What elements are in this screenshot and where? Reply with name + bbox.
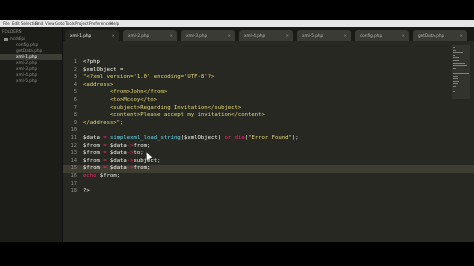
editor-window: File Edit Selection Find View Goto Tools Projec… (0, 20, 474, 242)
sidebar-file-item[interactable]: xml-5.php (16, 78, 37, 84)
tab-close-icon[interactable]: × (111, 30, 115, 41)
tab-label: xml-1.php (70, 33, 92, 38)
menu-file[interactable]: File (3, 20, 10, 27)
code-editor[interactable]: 1 2 3 4 5 6 7 8 9 10 11 12 13 14 15 16 17 18 <?php $xmlObj… (63, 41, 474, 242)
line-number: 7 (73, 104, 77, 111)
code-line[interactable]: <subject>Regarding Invitation</subject> (83, 105, 241, 113)
tab-label: xml-3.php (186, 33, 208, 38)
menu-bar: File Edit Selection Find View Goto Tools Projec… (0, 20, 474, 27)
tab-xml-1[interactable]: xml-1.php × (65, 30, 119, 41)
line-number: 18 (70, 188, 78, 195)
line-number: 12 (70, 142, 78, 149)
line-number: 1 (73, 59, 77, 65)
line-number: 17 (70, 180, 78, 187)
minimap-line (453, 83, 458, 85)
code-line[interactable]: "<?xml version='1.0' encoding='UTF-8'?> (83, 74, 214, 82)
menu-help[interactable]: Help (110, 20, 119, 27)
tab-xml-5[interactable]: xml-5.php × (297, 30, 351, 41)
tab-close-icon[interactable]: × (401, 30, 405, 41)
code-line[interactable]: <content>Please accept my invitation</co… (83, 112, 265, 120)
code-line[interactable]: $from = $data->to; (83, 150, 144, 158)
tab-close-icon[interactable]: × (285, 30, 289, 41)
line-number: 2 (73, 66, 77, 73)
line-number: 6 (73, 97, 77, 103)
code-line[interactable]: ?> (83, 188, 90, 196)
code-line[interactable]: <from>John</from> (83, 89, 167, 97)
tab-xml-4[interactable]: xml-4.php × (239, 30, 293, 41)
tab-label: config.php (360, 33, 383, 38)
tab-close-icon[interactable]: × (459, 30, 463, 41)
tab-xml-3[interactable]: xml-3.php × (181, 30, 235, 41)
line-number: 4 (73, 81, 77, 88)
line-number: 10 (70, 127, 78, 134)
minimap-line (453, 49, 456, 51)
minimap-line (453, 52, 463, 54)
tab-label: xml-5.php (302, 33, 324, 38)
code-line[interactable]: <address> (83, 82, 113, 90)
tab-close-icon[interactable]: × (343, 30, 347, 41)
menu-goto[interactable]: Goto (55, 20, 65, 27)
tab-close-icon[interactable]: × (227, 30, 231, 41)
tab-getdata[interactable]: getData.php × (413, 30, 467, 41)
line-number: 8 (73, 112, 77, 119)
tab-close-icon[interactable]: × (169, 30, 173, 41)
tab-label: xml-4.php (244, 33, 266, 38)
minimap-line (453, 60, 459, 61)
minimap-line (453, 67, 456, 69)
line-number: 13 (70, 150, 78, 157)
tab-bar: xml-1.php × xml-2.php × xml-3.php × xml-4.php ×… (63, 27, 474, 41)
menu-edit[interactable]: Edit (12, 20, 20, 27)
tab-config[interactable]: config.php × (355, 30, 409, 41)
minimap-line (453, 91, 455, 93)
minimap-line (453, 73, 469, 74)
code-line[interactable]: $data = simplexml_load_string($xmlObject… (83, 135, 299, 143)
code-line[interactable]: <to>Mccoy</to> (83, 97, 157, 105)
line-number: 16 (70, 173, 78, 179)
minimap-line (453, 57, 460, 59)
menu-view[interactable]: View (45, 20, 55, 27)
line-number: 11 (70, 135, 78, 141)
menu-preferences[interactable]: Preferences (89, 20, 113, 27)
tab-label: xml-2.php (128, 33, 150, 38)
menu-find[interactable]: Find (35, 20, 43, 27)
menu-project[interactable]: Project (75, 20, 89, 27)
line-number: 14 (70, 157, 78, 164)
sidebar: FOLDERS ncddipi config.php getData.php xml… (0, 27, 63, 242)
line-number: 9 (73, 119, 77, 126)
code-line[interactable]: </address>"; (83, 120, 123, 128)
sidebar-folder-label: ncddipi (10, 36, 26, 41)
minimap-line (453, 62, 465, 64)
line-number: 15 (70, 165, 78, 172)
minimap-line (453, 65, 467, 67)
minimap-line (453, 80, 459, 82)
tab-xml-2[interactable]: xml-2.php × (123, 30, 177, 41)
minimap-line (453, 54, 456, 56)
folder-icon (4, 37, 8, 41)
minimap-line (453, 86, 456, 87)
minimap-line (453, 47, 455, 48)
line-number: 3 (73, 74, 77, 81)
tab-label: getData.php (418, 33, 445, 38)
menu-tools[interactable]: Tools (65, 20, 75, 27)
minimap[interactable] (452, 45, 470, 99)
code-line[interactable]: <?php (83, 59, 100, 67)
line-number: 5 (73, 89, 77, 96)
code-line[interactable]: $xmlObject = (83, 67, 123, 75)
code-line[interactable]: $from = $data->from; (83, 143, 150, 151)
sidebar-header: FOLDERS (2, 29, 22, 34)
minimap-line (453, 78, 458, 80)
minimap-line (453, 75, 458, 77)
code-line[interactable]: echo $from; (83, 173, 120, 181)
code-line[interactable]: $from = $data->from; (83, 165, 150, 173)
